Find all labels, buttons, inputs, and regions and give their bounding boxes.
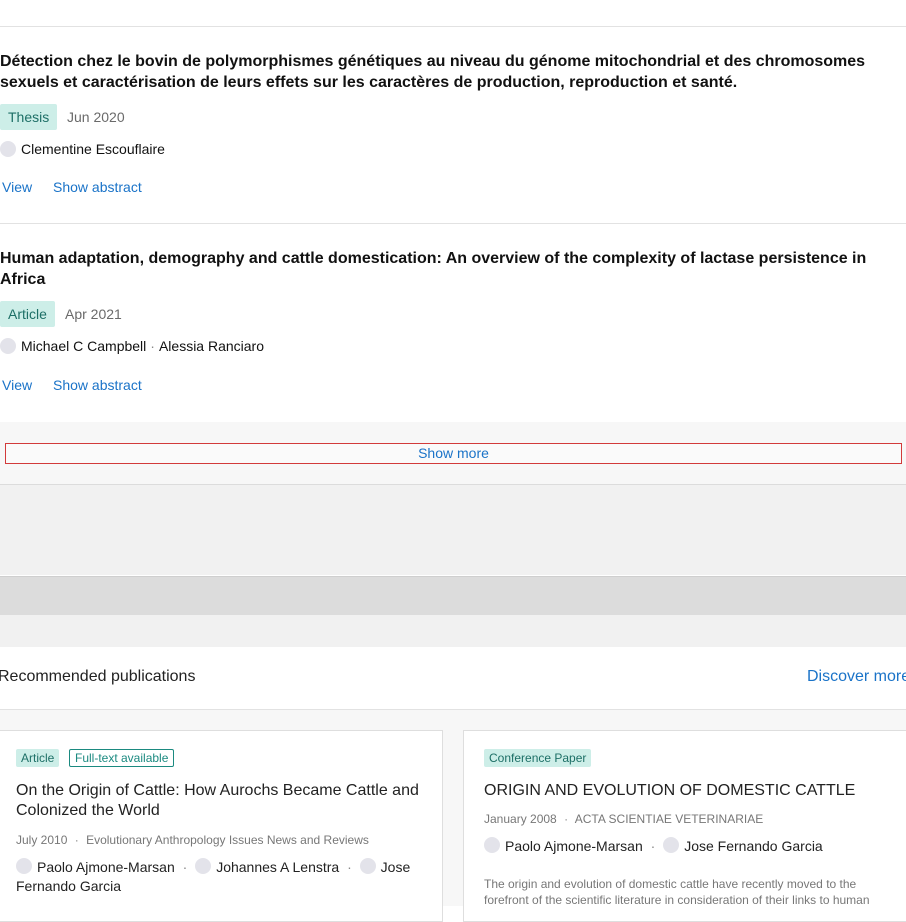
publication-title[interactable]: Human adaptation, demography and cattle … xyxy=(0,248,880,290)
recommended-heading: Recommended publications xyxy=(0,668,196,685)
section-band xyxy=(0,576,906,616)
top-divider xyxy=(0,26,906,27)
author-name[interactable]: Michael C Campbell xyxy=(21,337,146,355)
card-meta: January 2008 · ACTA SCIENTIAE VETERINARI… xyxy=(484,811,763,827)
card-title[interactable]: ORIGIN AND EVOLUTION OF DOMESTIC CATTLE xyxy=(484,781,899,801)
card-date: July 2010 xyxy=(16,833,68,847)
publication-title[interactable]: Détection chez le bovin de polymorphisme… xyxy=(0,51,880,93)
meta-separator: · xyxy=(564,812,569,826)
avatar xyxy=(359,858,376,874)
avatar xyxy=(195,858,212,874)
author-separator: · xyxy=(347,859,352,875)
meta-separator: · xyxy=(74,833,79,847)
show-abstract-link[interactable]: Show abstract xyxy=(53,376,142,394)
publication-date: Apr 2021 xyxy=(65,306,122,322)
card-date: January 2008 xyxy=(484,812,557,826)
fulltext-badge: Full-text available xyxy=(69,749,175,767)
discover-more-link[interactable]: Discover more xyxy=(807,668,906,686)
author-name[interactable]: Jose Fernando Garcia xyxy=(684,838,823,854)
publication-date: Jun 2020 xyxy=(67,109,125,125)
publication-type-badge: Thesis xyxy=(0,104,58,130)
section-spacer xyxy=(0,615,906,647)
avatar xyxy=(484,837,500,853)
author-list: Clementine Escouflaire xyxy=(0,140,165,158)
show-abstract-link[interactable]: Show abstract xyxy=(53,178,142,196)
avatar xyxy=(0,141,16,157)
publication-divider xyxy=(0,223,906,224)
author-list: Michael C Campbell · Alessia Ranciaro xyxy=(0,337,264,355)
avatar xyxy=(663,837,680,853)
card-venue[interactable]: Evolutionary Anthropology Issues News an… xyxy=(86,833,369,847)
author-name[interactable]: Paolo Ajmone-Marsan xyxy=(505,838,643,854)
card-type-badge: Conference Paper xyxy=(484,749,592,767)
author-separator: · xyxy=(150,338,155,354)
author-name[interactable]: Clementine Escouflaire xyxy=(21,140,165,158)
author-name[interactable]: Johannes A Lenstra xyxy=(216,859,339,875)
section-spacer xyxy=(0,485,906,575)
card-venue[interactable]: ACTA SCIENTIAE VETERINARIAE xyxy=(575,812,763,826)
view-link[interactable]: View xyxy=(2,376,32,394)
author-separator: · xyxy=(182,859,188,875)
show-more-button[interactable]: Show more xyxy=(5,443,902,464)
author-name[interactable]: Paolo Ajmone-Marsan xyxy=(37,859,175,875)
card-authors: Paolo Ajmone-Marsan · Johannes A Lenstra… xyxy=(16,858,426,896)
card-abstract: The origin and evolution of domestic cat… xyxy=(484,877,870,907)
author-name[interactable]: Alessia Ranciaro xyxy=(159,337,264,355)
publication-type-badge: Article xyxy=(0,301,55,327)
author-separator: · xyxy=(650,838,656,854)
card-type-badge: Article xyxy=(16,749,60,767)
avatar xyxy=(16,858,32,874)
card-authors: Paolo Ajmone-Marsan · Jose Fernando Garc… xyxy=(484,837,894,856)
card-title[interactable]: On the Origin of Cattle: How Aurochs Bec… xyxy=(16,781,431,821)
card-meta: July 2010 · Evolutionary Anthropology Is… xyxy=(16,832,369,848)
view-link[interactable]: View xyxy=(2,178,32,196)
avatar xyxy=(0,338,16,354)
